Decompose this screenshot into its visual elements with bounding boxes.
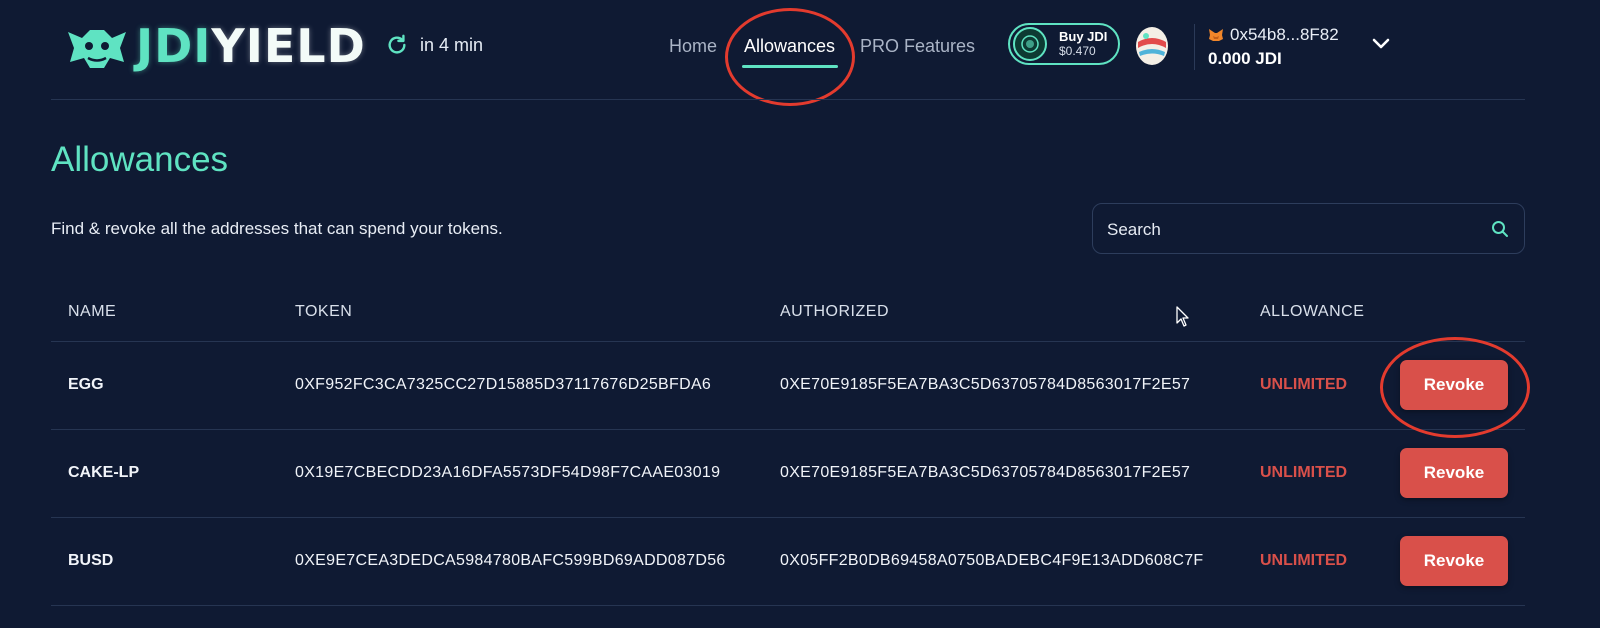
refresh-timer[interactable]: in 4 min xyxy=(386,34,483,56)
brand-wordmark: JDIYIELD xyxy=(136,19,366,73)
row-name: BUSD xyxy=(68,552,114,569)
row-token: 0XE9E7CEA3DEDCA5984780BAFC599BD69ADD087D… xyxy=(295,552,726,569)
row-name: EGG xyxy=(68,376,104,393)
table-row: CAKE-LP 0X19E7CBECDD23A16DFA5573DF54D98F… xyxy=(51,430,1525,518)
metamask-fox-icon xyxy=(1209,29,1223,41)
brand-logo[interactable]: JDIYIELD xyxy=(62,18,366,74)
nav-allowances[interactable]: Allowances xyxy=(744,36,835,57)
row-authorized: 0XE70E9185F5EA7BA3C5D63705784D8563017F2E… xyxy=(780,376,1191,393)
brand-name-part1: JDI xyxy=(136,19,212,73)
nav-pro-features[interactable]: PRO Features xyxy=(860,36,975,57)
header-authorized: AUTHORIZED xyxy=(780,303,889,320)
row-name: CAKE-LP xyxy=(68,464,140,481)
header-name: NAME xyxy=(68,303,117,320)
header-allowance: ALLOWANCE xyxy=(1260,303,1365,320)
page-subtitle: Find & revoke all the addresses that can… xyxy=(51,219,503,238)
table-row: BUSD 0XE9E7CEA3DEDCA5984780BAFC599BD69AD… xyxy=(51,518,1525,606)
coin-emblem-icon xyxy=(1021,35,1039,53)
top-header: JDIYIELD in 4 min Home Allowances PRO Fe… xyxy=(0,0,1600,106)
mouse-cursor-icon xyxy=(1176,306,1189,327)
search-input[interactable] xyxy=(1105,204,1469,255)
refresh-label: in 4 min xyxy=(420,34,484,55)
table-row: EGG 0XF952FC3CA7325CC27D15885D37117676D2… xyxy=(51,342,1525,430)
brand-name-part2: YIELD xyxy=(211,19,366,73)
dragon-mascot-icon xyxy=(68,30,126,68)
revoke-button[interactable]: Revoke xyxy=(1400,360,1508,410)
row-token: 0XF952FC3CA7325CC27D15885D37117676D25BFD… xyxy=(295,376,712,393)
row-allowance: UNLIMITED xyxy=(1260,376,1348,393)
jdi-price: $0.470 xyxy=(1059,44,1096,58)
row-authorized: 0XE70E9185F5EA7BA3C5D63705784D8563017F2E… xyxy=(780,464,1191,481)
wallet-address: 0x54b8...8F82 xyxy=(1230,25,1339,44)
page-title: Allowances xyxy=(51,140,229,179)
nav-home[interactable]: Home xyxy=(669,36,717,57)
buy-jdi-button[interactable]: Buy JDI $0.470 xyxy=(1008,23,1120,65)
search-icon[interactable] xyxy=(1491,220,1509,238)
chevron-down-icon[interactable] xyxy=(1372,38,1390,50)
allowances-table: NAME TOKEN AUTHORIZED ALLOWANCE EGG 0XF9… xyxy=(51,285,1525,606)
egg-avatar-icon[interactable] xyxy=(1134,24,1170,66)
revoke-button[interactable]: Revoke xyxy=(1400,536,1508,586)
wallet-separator xyxy=(1194,24,1195,70)
table-header: NAME TOKEN AUTHORIZED ALLOWANCE xyxy=(51,285,1525,342)
header-token: TOKEN xyxy=(295,303,353,320)
buy-label: Buy JDI xyxy=(1059,29,1108,44)
wallet-balance: 0.000 JDI xyxy=(1208,49,1282,68)
revoke-button[interactable]: Revoke xyxy=(1400,448,1508,498)
jdi-coin-icon xyxy=(1013,27,1047,61)
row-token: 0X19E7CBECDD23A16DFA5573DF54D98F7CAAE030… xyxy=(295,464,721,481)
annotation-circle-nav xyxy=(725,8,855,106)
refresh-icon xyxy=(388,34,406,54)
row-authorized: 0X05FF2B0DB69458A0750BADEBC4F9E13ADD608C… xyxy=(780,552,1204,569)
row-allowance: UNLIMITED xyxy=(1260,552,1348,569)
header-divider xyxy=(51,99,1525,100)
wallet-info[interactable]: 0x54b8...8F82 0.000 JDI xyxy=(1208,25,1339,69)
row-allowance: UNLIMITED xyxy=(1260,464,1348,481)
nav-active-underline xyxy=(742,65,838,68)
search-box xyxy=(1092,203,1525,255)
